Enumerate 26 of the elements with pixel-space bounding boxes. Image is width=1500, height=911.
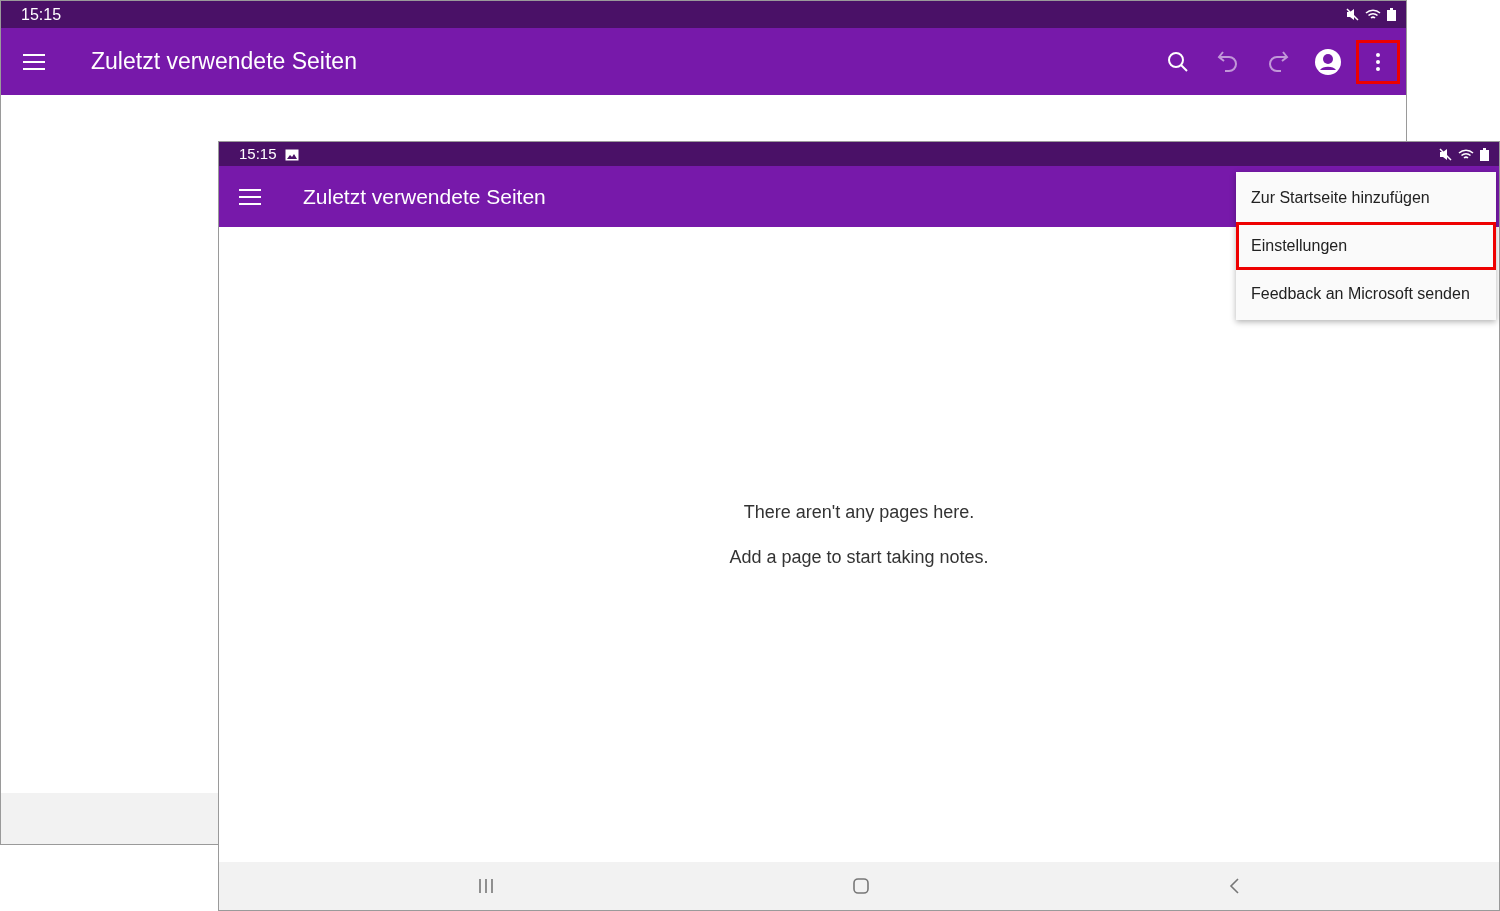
back-icon[interactable]	[1229, 878, 1239, 894]
menu-item[interactable]: Einstellungen	[1236, 222, 1496, 270]
mute-icon	[1439, 147, 1452, 161]
wifi-icon	[1458, 147, 1474, 161]
undo-icon	[1217, 49, 1239, 74]
menu-item[interactable]: Feedback an Microsoft senden	[1236, 270, 1496, 318]
recent-apps-icon[interactable]	[479, 879, 493, 893]
status-time: 15:15	[239, 143, 277, 164]
redo-icon	[1267, 49, 1289, 74]
empty-message: Add a page to start taking notes.	[729, 545, 989, 569]
more-button[interactable]	[1356, 39, 1400, 84]
status-time: 15:15	[21, 4, 62, 25]
mute-icon	[1346, 8, 1359, 21]
app-title: Zuletzt verwendete Seiten	[303, 183, 546, 210]
account-icon	[1315, 48, 1341, 75]
home-icon[interactable]	[853, 878, 869, 894]
wifi-icon	[1365, 8, 1381, 21]
app-title: Zuletzt verwendete Seiten	[91, 47, 357, 77]
empty-message: There aren't any pages here.	[743, 500, 975, 524]
battery-icon	[1480, 147, 1489, 161]
battery-icon	[1387, 8, 1396, 21]
menu-icon	[23, 53, 45, 70]
more-icon	[1375, 51, 1381, 72]
menu-icon	[239, 188, 261, 205]
menu-item[interactable]: Zur Startseite hinzufügen	[1236, 174, 1496, 222]
search-icon	[1167, 50, 1189, 73]
